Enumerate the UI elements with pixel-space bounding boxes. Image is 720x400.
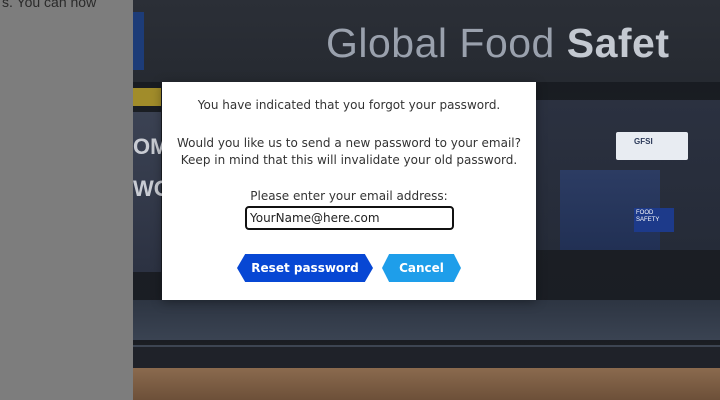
food-safety-sign: FOOD SAFETY	[634, 208, 674, 232]
reset-password-button[interactable]: Reset password	[237, 254, 373, 282]
dimmed-side-panel: s. You can now	[0, 0, 133, 400]
email-label: Please enter your email address:	[250, 189, 448, 203]
email-input[interactable]	[245, 206, 454, 230]
gfsi-sign: GFSI	[616, 132, 688, 160]
banner-title-bold: Safet	[566, 20, 670, 66]
header-banner: Global Food Safet	[133, 0, 720, 82]
dialog-message-2: Would you like us to send a new password…	[176, 136, 522, 150]
floor-edge	[133, 345, 720, 369]
booth-screen-left: OM WO	[133, 112, 171, 272]
partial-text: s. You can now	[2, 0, 97, 10]
banner-title: Global Food Safet	[326, 20, 670, 67]
gfsi-sign-text: GFSI	[634, 137, 653, 146]
forgot-password-dialog: You have indicated that you forgot your …	[162, 82, 536, 300]
banner-accent	[133, 12, 144, 70]
dialog-message-1: You have indicated that you forgot your …	[197, 98, 501, 112]
yellow-strip	[133, 88, 161, 106]
food-safety-sign-text: FOOD SAFETY	[636, 210, 660, 223]
cancel-button[interactable]: Cancel	[382, 254, 461, 282]
banner-title-regular: Global Food	[326, 20, 567, 66]
dialog-message-3: Keep in mind that this will invalidate y…	[180, 153, 518, 167]
floor	[133, 300, 720, 340]
booth-right: GFSI FOOD SAFETY	[536, 100, 720, 250]
wood-floor	[133, 368, 720, 400]
